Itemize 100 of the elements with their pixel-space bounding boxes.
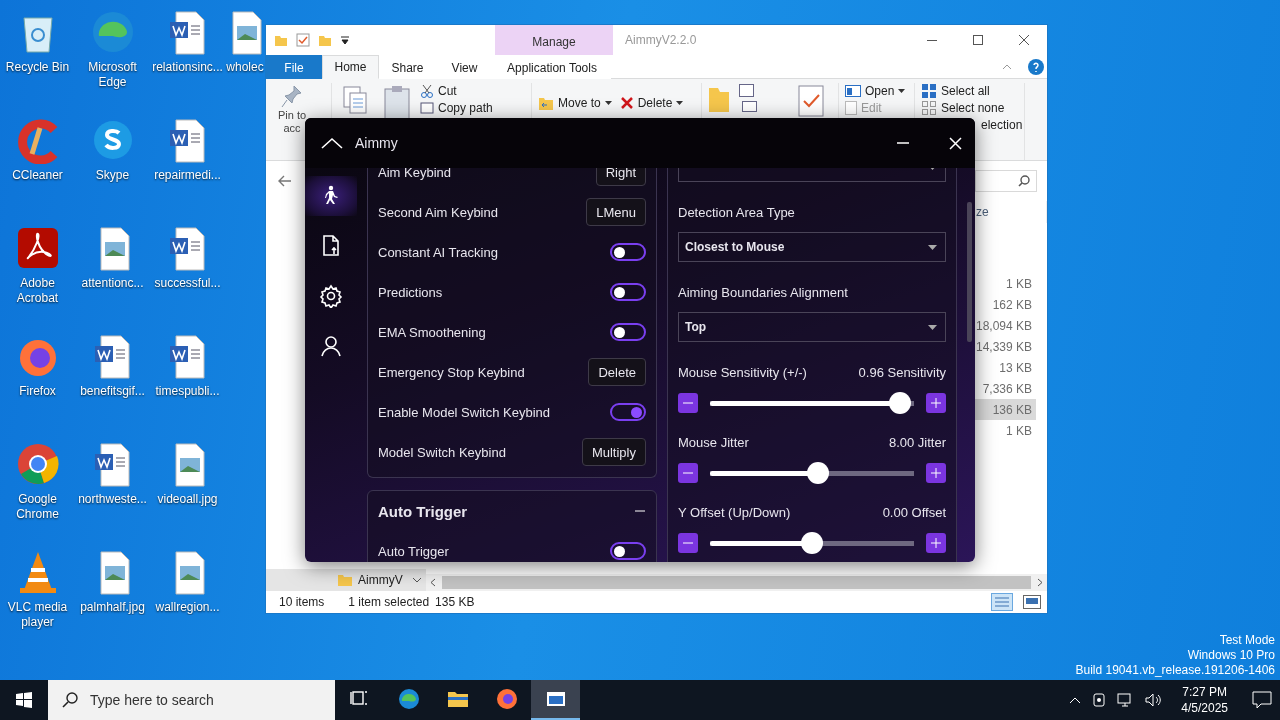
desktop-icon[interactable]: northweste... (75, 436, 150, 507)
desktop-icon-label: attentionc... (80, 276, 145, 291)
decrease-button[interactable] (678, 463, 698, 483)
scroll-right-icon[interactable] (1037, 578, 1043, 587)
notifications-icon[interactable] (1252, 691, 1272, 709)
help-icon[interactable] (1027, 57, 1045, 76)
desktop-icon[interactable]: wallregion... (150, 544, 225, 615)
ribbon-tab[interactable]: File (266, 55, 322, 79)
slider-label: Mouse Sensitivity (+/-) (678, 364, 807, 380)
size-cell-text: 13 KB (998, 359, 1033, 377)
slider-thumb[interactable] (807, 462, 830, 484)
thumbnail-view-icon[interactable] (1023, 595, 1041, 609)
minimize-icon (927, 39, 937, 41)
plus-icon (931, 398, 941, 408)
desktop-icon[interactable]: benefitsgif... (75, 328, 150, 399)
desktop-icon[interactable]: relationsinc... (150, 4, 225, 75)
checklist-icon[interactable] (296, 33, 310, 47)
os-watermark-text: Windows 10 Pro (1187, 648, 1275, 663)
folder-icon (338, 574, 352, 586)
desktop-icon[interactable]: Skype (75, 112, 150, 183)
nav-button[interactable] (305, 176, 357, 216)
move-to-button[interactable]: Move to (538, 95, 612, 111)
nav-item[interactable]: AimmyV (266, 569, 426, 591)
chevron-up-icon[interactable] (321, 137, 343, 149)
open-button[interactable]: Open (845, 83, 906, 99)
increase-button[interactable] (926, 533, 946, 553)
taskbar-app-button[interactable] (531, 680, 580, 720)
search-field[interactable] (975, 170, 1037, 192)
cross-icon (619, 96, 634, 110)
increase-button[interactable] (926, 393, 946, 413)
toggle-switch[interactable] (610, 403, 646, 421)
dropdown[interactable]: Closest to Mouse (678, 232, 946, 262)
cut-button[interactable]: Cut (420, 83, 457, 99)
search-field[interactable]: Type here to search (48, 680, 335, 720)
scroll-left-icon[interactable] (430, 578, 436, 587)
desktop-icon[interactable]: Recycle Bin (0, 4, 75, 75)
minus-icon (683, 402, 693, 404)
dropdown-icon[interactable] (340, 35, 350, 45)
app-icon (494, 687, 519, 711)
plus-icon (931, 538, 941, 548)
keybind-button[interactable]: Multiply (581, 438, 646, 466)
desktop-icon-label: repairmedi... (153, 168, 222, 183)
desktop-icon[interactable]: VLC media player (0, 544, 75, 630)
select-all-button[interactable]: Select all (921, 83, 990, 99)
ribbon-tab[interactable]: Home (322, 55, 379, 79)
toggle-switch[interactable] (610, 542, 646, 560)
field-label: Detection Area Type (678, 203, 796, 222)
desktop-icon-label: VLC media player (6, 600, 69, 630)
toggle-switch[interactable] (610, 243, 646, 261)
toggle-switch[interactable] (610, 283, 646, 301)
invert-selection-button[interactable]: election (981, 117, 1023, 133)
copy-path-button[interactable]: Copy path (420, 100, 493, 116)
properties-icon[interactable] (738, 83, 758, 113)
decrease-button[interactable] (678, 393, 698, 413)
status-text: 10 items (279, 595, 325, 609)
device-icon[interactable] (1091, 692, 1108, 708)
clock[interactable]: 7:27 PM 4/5/2025 (1173, 684, 1236, 716)
keybind-button[interactable]: Right (595, 168, 646, 186)
slider-thumb[interactable] (801, 532, 823, 554)
desktop-icon[interactable]: Firefox (0, 328, 75, 399)
pin-button[interactable]: Pin to acc (278, 83, 307, 135)
decrease-button[interactable] (678, 533, 698, 553)
select-none-button[interactable]: Select none (921, 100, 1005, 116)
slider-value: 0.00 Offset (882, 504, 946, 520)
desktop-icon[interactable]: palmhalf.jpg (75, 544, 150, 615)
section-title: Auto Trigger (378, 502, 468, 520)
column-header[interactable]: ze (976, 201, 1038, 223)
desktop-icon[interactable]: successful... (150, 220, 225, 291)
desktop-icon[interactable]: Microsoft Edge (75, 4, 150, 90)
size-cell-text: 14,339 KB (974, 338, 1033, 356)
desktop-icon[interactable]: Google Chrome (0, 436, 75, 522)
desktop-icon[interactable]: repairmedi... (150, 112, 225, 183)
keybind-button[interactable]: LMenu (586, 198, 646, 226)
desktop-icon[interactable]: CCleaner (0, 112, 75, 183)
desktop-icon[interactable]: videoall.jpg (150, 436, 225, 507)
scroll-down-icon[interactable] (412, 576, 422, 584)
increase-button[interactable] (926, 463, 946, 483)
minus-icon (683, 472, 693, 474)
speaker-icon[interactable] (1145, 692, 1164, 708)
keybind-button[interactable]: Delete (588, 358, 646, 386)
delete-button[interactable]: Delete (619, 95, 684, 111)
clipboard-icon[interactable] (382, 83, 412, 121)
back-arrow-icon[interactable] (278, 175, 292, 187)
toggle-switch[interactable] (610, 323, 646, 341)
desktop-icon[interactable]: Adobe Acrobat (0, 220, 75, 306)
dropdown[interactable]: Top (678, 312, 946, 342)
desktop-icon[interactable]: wholec (225, 4, 265, 75)
slider-label: Mouse Jitter (678, 434, 749, 450)
size-cell-text: 7,336 KB (981, 380, 1033, 398)
desktop-icon[interactable]: timespubli... (150, 328, 225, 399)
desktop-icon[interactable]: attentionc... (75, 220, 150, 291)
slider-thumb[interactable] (888, 392, 911, 414)
desktop-icon-label: relationsinc... (151, 60, 224, 75)
setting-label: Aim Keybind (378, 168, 451, 180)
window-icon (845, 85, 861, 97)
search-icon (1018, 175, 1030, 187)
horizontal-scrollbar[interactable] (426, 574, 1047, 591)
os-watermark-text: Test Mode (1219, 633, 1275, 648)
user-icon (319, 334, 343, 358)
chevron-up-icon[interactable] (1069, 696, 1082, 704)
